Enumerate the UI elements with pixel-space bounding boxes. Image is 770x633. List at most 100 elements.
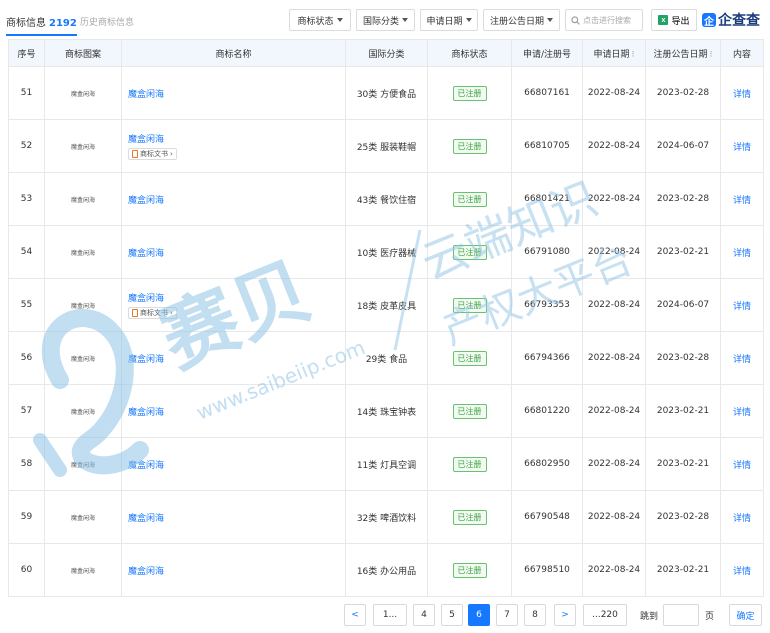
filter-status-label: 商标状态 bbox=[297, 16, 334, 27]
trademark-name-link[interactable]: 魔盒闲海 bbox=[128, 196, 164, 206]
trademark-name-link[interactable]: 魔盒闲海 bbox=[128, 567, 164, 577]
trademark-doc-label: 商标文书 bbox=[140, 149, 168, 158]
trademark-image: 魔盒闲海 bbox=[44, 225, 122, 279]
page-unit-label: 页 bbox=[705, 612, 715, 622]
caret-down-icon bbox=[465, 18, 472, 22]
table-row: 56 魔盒闲海 魔盒闲海 29类 食品 已注册 66794366 2022-08-24 202… bbox=[8, 331, 764, 385]
trademark-name-link[interactable]: 魔盒闲海 bbox=[128, 461, 164, 471]
table-row: 53 魔盒闲海 魔盒闲海 43类 餐饮住宿 已注册 66801421 2022-08-24 2… bbox=[8, 172, 764, 226]
detail-link[interactable]: 详情 bbox=[733, 461, 751, 471]
sort-icon: ⁝ bbox=[709, 49, 713, 60]
cell-reg-no: 66790548 bbox=[511, 490, 583, 544]
trademark-name-link[interactable]: 魔盒闲海 bbox=[128, 408, 164, 418]
header-content: 内容 bbox=[720, 39, 764, 67]
cell-reg-no: 66802950 bbox=[511, 437, 583, 491]
table-row: 55 魔盒闲海 魔盒闲海 商标文书 › 18类 皮革皮具 已注册 66793353 2022-0… bbox=[8, 278, 764, 332]
cell-notice-date: 2023-02-21 bbox=[645, 225, 721, 279]
cell-no: 56 bbox=[8, 331, 45, 385]
status-badge: 已注册 bbox=[452, 350, 487, 366]
search-input[interactable] bbox=[583, 15, 641, 25]
cell-no: 57 bbox=[8, 384, 45, 438]
filter-category-label: 国际分类 bbox=[362, 16, 399, 27]
sort-icon: ⁝ bbox=[631, 49, 635, 60]
detail-link[interactable]: 详情 bbox=[733, 302, 751, 312]
page-last-button[interactable]: ...220 bbox=[583, 604, 627, 626]
brand-logo: 企 企查查 bbox=[702, 9, 760, 31]
cell-apply-date: 2022-08-24 bbox=[582, 437, 646, 491]
cell-content: 详情 bbox=[720, 543, 764, 597]
filter-notice-date-dropdown[interactable]: 注册公告日期 bbox=[483, 9, 560, 31]
caret-down-icon bbox=[402, 18, 408, 22]
filter-apply-date-dropdown[interactable]: 申请日期 bbox=[420, 9, 478, 31]
prev-page-button[interactable]: < bbox=[344, 604, 366, 626]
page-button[interactable]: 5 bbox=[441, 604, 463, 626]
search-box[interactable] bbox=[565, 9, 643, 31]
trademark-image: 魔盒闲海 bbox=[44, 172, 122, 226]
cell-name: 魔盒闲海 bbox=[121, 225, 346, 279]
detail-link[interactable]: 详情 bbox=[733, 514, 751, 524]
filter-category-dropdown[interactable]: 国际分类 bbox=[356, 9, 415, 31]
cell-category: 43类 餐饮住宿 bbox=[345, 172, 428, 226]
document-icon bbox=[132, 149, 138, 158]
status-badge: 已注册 bbox=[452, 244, 487, 260]
cell-no: 55 bbox=[8, 278, 45, 332]
next-page-button[interactable]: > bbox=[554, 604, 576, 626]
header-no: 序号 bbox=[8, 39, 45, 67]
confirm-jump-button[interactable]: 确定 bbox=[729, 604, 762, 626]
cell-status: 已注册 bbox=[427, 66, 512, 120]
detail-link[interactable]: 详情 bbox=[733, 249, 751, 259]
cell-apply-date: 2022-08-24 bbox=[582, 278, 646, 332]
cell-apply-date: 2022-08-24 bbox=[582, 384, 646, 438]
tab-trademark-info[interactable]: 商标信息 2192 bbox=[6, 14, 77, 36]
cell-no: 59 bbox=[8, 490, 45, 544]
trademark-doc-tag[interactable]: 商标文书 › bbox=[128, 306, 177, 319]
brand-mark: 企 bbox=[702, 13, 716, 28]
cell-name: 魔盒闲海 bbox=[121, 384, 346, 438]
export-button[interactable]: x 导出 bbox=[651, 9, 697, 31]
trademark-name-link[interactable]: 魔盒闲海 bbox=[128, 294, 164, 304]
cell-name: 魔盒闲海 bbox=[121, 172, 346, 226]
cell-no: 52 bbox=[8, 119, 45, 173]
trademark-name-link[interactable]: 魔盒闲海 bbox=[128, 135, 164, 145]
trademark-doc-tag[interactable]: 商标文书 › bbox=[128, 147, 177, 160]
tab-history-trademark[interactable]: 历史商标信息 bbox=[80, 15, 134, 28]
chevron-right-icon: › bbox=[170, 149, 173, 158]
detail-link[interactable]: 详情 bbox=[733, 408, 751, 418]
header-notice-date[interactable]: 注册公告日期 ⁝ bbox=[645, 39, 721, 67]
detail-link[interactable]: 详情 bbox=[733, 355, 751, 365]
header-notice-date-label: 注册公告日期 bbox=[653, 49, 708, 60]
filter-status-dropdown[interactable]: 商标状态 bbox=[289, 9, 351, 31]
cell-name: 魔盒闲海商标文书 › bbox=[121, 278, 346, 332]
detail-link[interactable]: 详情 bbox=[733, 90, 751, 100]
trademark-name-link[interactable]: 魔盒闲海 bbox=[128, 249, 164, 259]
trademark-name-link[interactable]: 魔盒闲海 bbox=[128, 514, 164, 524]
cell-name: 魔盒闲海 bbox=[121, 437, 346, 491]
detail-link[interactable]: 详情 bbox=[733, 143, 751, 153]
caret-down-icon bbox=[547, 18, 553, 22]
page-button[interactable]: 8 bbox=[524, 604, 546, 626]
cell-reg-no: 66807161 bbox=[511, 66, 583, 120]
page-button[interactable]: 4 bbox=[413, 604, 435, 626]
cell-content: 详情 bbox=[720, 331, 764, 385]
trademark-name-link[interactable]: 魔盒闲海 bbox=[128, 355, 164, 365]
cell-reg-no: 66793353 bbox=[511, 278, 583, 332]
detail-link[interactable]: 详情 bbox=[733, 567, 751, 577]
page-first-button[interactable]: 1... bbox=[373, 604, 407, 626]
header-apply-date[interactable]: 申请日期 ⁝ bbox=[582, 39, 646, 67]
cell-apply-date: 2022-08-24 bbox=[582, 543, 646, 597]
cell-content: 详情 bbox=[720, 66, 764, 120]
table-row: 57 魔盒闲海 魔盒闲海 14类 珠宝钟表 已注册 66801220 2022-08-24 2… bbox=[8, 384, 764, 438]
trademark-doc-label: 商标文书 bbox=[140, 308, 168, 317]
cell-category: 30类 方便食品 bbox=[345, 66, 428, 120]
trademark-image: 魔盒闲海 bbox=[44, 384, 122, 438]
trademark-name-link[interactable]: 魔盒闲海 bbox=[128, 90, 164, 100]
cell-notice-date: 2023-02-28 bbox=[645, 66, 721, 120]
cell-category: 29类 食品 bbox=[345, 331, 428, 385]
page-button-current[interactable]: 6 bbox=[468, 604, 490, 626]
brand-name: 企查查 bbox=[718, 13, 760, 29]
page-button[interactable]: 7 bbox=[496, 604, 518, 626]
status-badge: 已注册 bbox=[452, 562, 487, 578]
detail-link[interactable]: 详情 bbox=[733, 196, 751, 206]
top-bar: 商标信息2192 历史商标信息 商标状态 国际分类 申请日期 注册公告日期 x … bbox=[0, 0, 770, 38]
jump-page-input[interactable] bbox=[663, 604, 699, 626]
